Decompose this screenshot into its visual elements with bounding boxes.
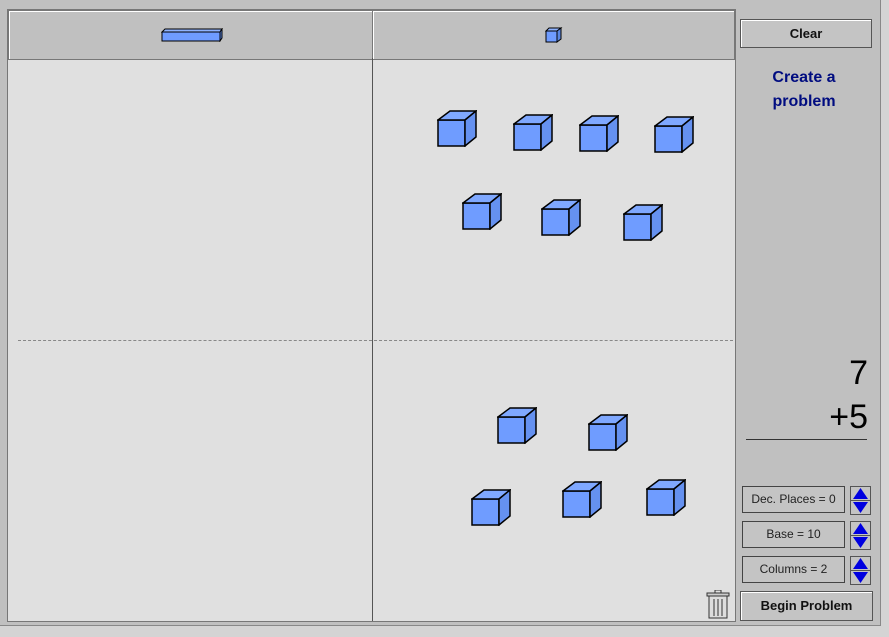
base-field: Base = 10	[742, 521, 845, 548]
unit-cube-bottom[interactable]	[495, 406, 539, 445]
ten-rod-icon[interactable]	[161, 28, 223, 42]
trash-icon[interactable]	[705, 590, 731, 620]
spin-up-button[interactable]	[850, 486, 871, 501]
arrow-up-icon	[853, 523, 868, 534]
unit-cube-bottom[interactable]	[560, 480, 604, 519]
unit-cube-top[interactable]	[511, 113, 555, 152]
decimal-places-field: Dec. Places = 0	[742, 486, 845, 513]
problem-bottom-number: +5	[829, 398, 868, 436]
unit-cube-top[interactable]	[652, 115, 696, 154]
spin-down-button[interactable]	[850, 500, 871, 515]
ones-column-header[interactable]	[372, 10, 735, 60]
problem-top-number: 7	[849, 354, 868, 392]
unit-cube-top[interactable]	[460, 192, 504, 231]
panel-title: Create a problem	[772, 69, 836, 110]
clear-button[interactable]: Clear	[740, 19, 872, 48]
spin-up-button[interactable]	[850, 556, 871, 571]
unit-cube-bottom[interactable]	[644, 478, 688, 517]
tens-column-header[interactable]	[8, 10, 373, 60]
arrow-up-icon	[853, 488, 868, 499]
spin-up-button[interactable]	[850, 521, 871, 536]
spin-down-button[interactable]	[850, 570, 871, 585]
unit-cube-top[interactable]	[577, 114, 621, 153]
arrow-down-icon	[853, 502, 868, 513]
unit-cube-top[interactable]	[621, 203, 665, 242]
unit-cube-bottom[interactable]	[586, 413, 630, 452]
columns-field: Columns = 2	[742, 556, 845, 583]
arrow-down-icon	[853, 572, 868, 583]
unit-cube-top[interactable]	[435, 109, 479, 148]
unit-cube-icon[interactable]	[545, 27, 563, 43]
unit-cube-bottom[interactable]	[469, 488, 513, 527]
spin-down-button[interactable]	[850, 535, 871, 550]
arrow-up-icon	[853, 558, 868, 569]
sum-line	[746, 439, 867, 440]
workspace[interactable]	[7, 9, 736, 622]
unit-cube-top[interactable]	[539, 198, 583, 237]
addend-divider	[18, 340, 733, 341]
arrow-down-icon	[853, 537, 868, 548]
begin-problem-button[interactable]: Begin Problem	[740, 591, 873, 621]
